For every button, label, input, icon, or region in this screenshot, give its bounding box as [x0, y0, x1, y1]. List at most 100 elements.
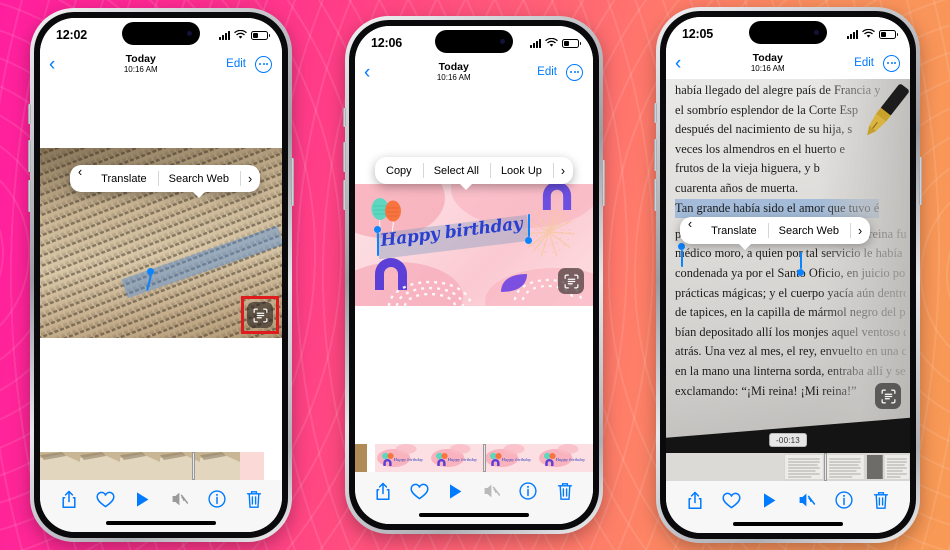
power-button[interactable]	[602, 160, 605, 206]
home-indicator[interactable]	[106, 520, 216, 525]
popover-next-icon[interactable]: ›	[239, 165, 260, 192]
mute-button[interactable]	[170, 489, 190, 509]
book-line-selected[interactable]: Tan grande había sido el amor que tuvo é	[675, 198, 880, 219]
scrubber-prev-clip	[355, 444, 367, 472]
volume-down-button[interactable]	[28, 180, 31, 212]
popover-item-look-up[interactable]: Look Up	[489, 157, 553, 184]
text-action-popover[interactable]: ‹ Translate Search Web ›	[680, 217, 871, 250]
edit-button[interactable]: Edit	[537, 66, 557, 78]
scrubber-empty	[264, 452, 282, 480]
media-viewer[interactable]: había llegado del alegre país de Francia…	[666, 79, 910, 453]
share-button[interactable]	[59, 489, 79, 509]
wifi-icon	[862, 29, 875, 38]
scrubber-playhead[interactable]	[824, 453, 827, 481]
volume-up-button[interactable]	[343, 142, 346, 172]
info-button[interactable]	[518, 481, 538, 501]
popover-prev-icon[interactable]: ‹	[680, 217, 700, 244]
volume-up-button[interactable]	[28, 140, 31, 172]
popover-item-translate[interactable]: Translate	[700, 217, 767, 244]
page-title: Today	[752, 51, 783, 64]
phone-row: 12:02 ‹ Today 10:16 AM Edit ‹ Translate …	[0, 0, 950, 550]
video-scrubber[interactable]	[40, 452, 282, 480]
favorite-button[interactable]	[96, 489, 116, 509]
nav-actions: Edit	[854, 54, 900, 72]
book-line: médico moro, a quien por tal servicio le…	[675, 246, 906, 261]
live-text-scan-icon[interactable]	[875, 383, 901, 409]
power-button[interactable]	[291, 158, 294, 206]
video-scrubber[interactable]: Happy birthday Happy birthday Happy birt…	[355, 444, 593, 472]
ellipsis-circle-icon[interactable]	[255, 55, 272, 73]
chevron-left-icon[interactable]: ‹	[675, 54, 681, 73]
front-camera-icon	[500, 39, 505, 44]
mute-button[interactable]	[482, 481, 502, 501]
scrubber-next-clip	[240, 452, 264, 480]
silent-switch[interactable]	[654, 103, 657, 123]
share-button[interactable]	[685, 490, 705, 510]
svg-text:Happy birthday: Happy birthday	[393, 457, 424, 462]
ellipsis-circle-icon[interactable]	[566, 63, 583, 81]
status-icons	[219, 26, 270, 40]
volume-down-button[interactable]	[343, 180, 346, 210]
fountain-pen-decoration	[867, 84, 909, 136]
popover-item-search-web[interactable]: Search Web	[767, 217, 850, 244]
dynamic-island	[122, 22, 200, 45]
popover-prev-icon[interactable]: ‹	[70, 165, 90, 192]
scrubber-playhead[interactable]	[192, 452, 195, 480]
popover-item-translate[interactable]: Translate	[90, 165, 157, 192]
selection-handle-end[interactable]	[797, 252, 804, 276]
phone-1-screen: 12:02 ‹ Today 10:16 AM Edit ‹ Translate …	[40, 18, 282, 532]
delete-button[interactable]	[871, 490, 891, 510]
play-button[interactable]	[759, 490, 779, 510]
delete-button[interactable]	[244, 489, 264, 509]
home-indicator[interactable]	[419, 512, 529, 517]
silent-switch[interactable]	[343, 108, 346, 127]
selection-handle-start[interactable]	[145, 268, 154, 291]
text-action-popover[interactable]: Copy Select All Look Up ›	[375, 157, 574, 190]
power-button[interactable]	[919, 157, 922, 205]
popover-next-icon[interactable]: ›	[552, 157, 573, 184]
share-button[interactable]	[373, 481, 393, 501]
battery-icon	[562, 38, 581, 48]
popover-item-search-web[interactable]: Search Web	[157, 165, 240, 192]
info-button[interactable]	[207, 489, 227, 509]
video-scrubber[interactable]	[666, 453, 910, 481]
play-button[interactable]	[446, 481, 466, 501]
selection-handle-end[interactable]	[525, 214, 532, 244]
volume-up-button[interactable]	[654, 139, 657, 171]
favorite-button[interactable]	[722, 490, 742, 510]
nav-actions: Edit	[537, 63, 583, 81]
popover-item-copy[interactable]: Copy	[375, 157, 423, 184]
chevron-left-icon[interactable]: ‹	[364, 63, 370, 82]
play-button[interactable]	[133, 489, 153, 509]
media-viewer[interactable]: ‹ Translate Search Web ›	[40, 80, 282, 452]
favorite-button[interactable]	[409, 481, 429, 501]
phone-2: 12:06 ‹ Today 10:16 AM Edit Happy birthd…	[343, 16, 605, 534]
silent-switch[interactable]	[28, 104, 31, 124]
phone-3-screen: 12:05 ‹ Today 10:16 AM Edit había llegad…	[666, 17, 910, 533]
edit-button[interactable]: Edit	[854, 57, 874, 69]
edit-button[interactable]: Edit	[226, 58, 246, 70]
book-page-photo-zoomed[interactable]: había llegado del alegre país de Francia…	[666, 79, 910, 453]
info-button[interactable]	[834, 490, 854, 510]
status-time: 12:02	[56, 28, 87, 42]
birthday-card-photo[interactable]: Happy birthday	[355, 184, 593, 306]
delete-button[interactable]	[555, 481, 575, 501]
live-text-scan-icon[interactable]	[558, 268, 584, 294]
mute-button[interactable]	[797, 490, 817, 510]
nav-title-group: Today 10:16 AM	[123, 53, 158, 74]
media-viewer[interactable]: Happy birthday Copy Select All Look Up ›	[355, 88, 593, 444]
selection-handle-start[interactable]	[374, 226, 381, 256]
nav-bar: ‹ Today 10:16 AM Edit	[666, 47, 910, 79]
nav-title-group: Today 10:16 AM	[437, 61, 471, 82]
popover-next-icon[interactable]: ›	[849, 217, 870, 244]
volume-down-button[interactable]	[654, 179, 657, 211]
scrubber-playhead[interactable]	[483, 444, 486, 472]
ellipsis-circle-icon[interactable]	[883, 54, 900, 72]
text-action-popover[interactable]: ‹ Translate Search Web ›	[70, 165, 261, 198]
page-subtitle: 10:16 AM	[123, 64, 158, 74]
chevron-left-icon[interactable]: ‹	[49, 55, 55, 74]
popover-item-select-all[interactable]: Select All	[422, 157, 490, 184]
book-line: de tapices, en la capilla de mármol negr…	[675, 305, 906, 320]
selection-handle-start[interactable]	[678, 243, 685, 267]
home-indicator[interactable]	[733, 521, 843, 526]
